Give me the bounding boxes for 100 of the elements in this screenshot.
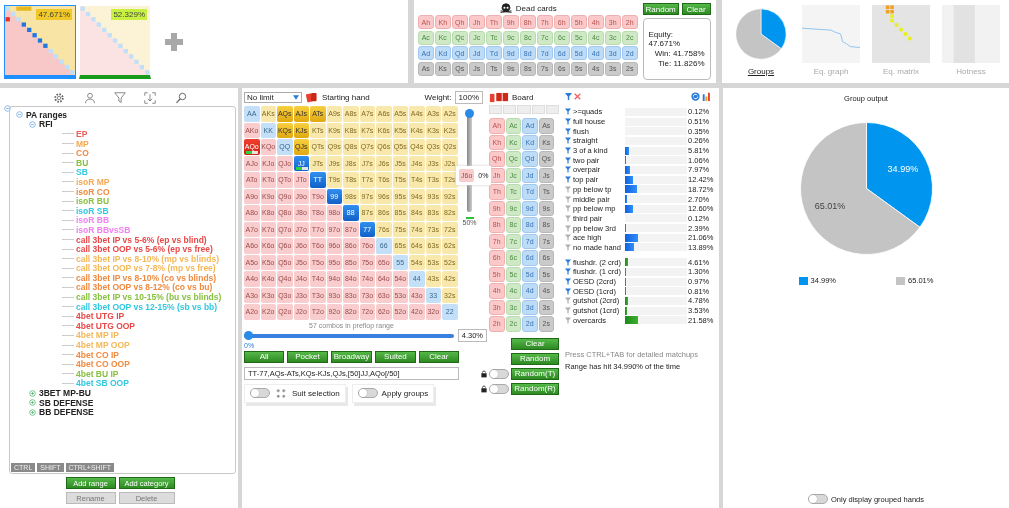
filter-icon[interactable] (565, 243, 571, 251)
import-icon[interactable] (144, 92, 157, 104)
filter-icon[interactable] (565, 224, 571, 232)
tree-item[interactable]: 4bet UTG IP (76, 311, 125, 322)
settings-icon[interactable] (53, 92, 66, 104)
collapse-icon[interactable] (29, 120, 36, 128)
section-title: Starting hand (322, 92, 370, 102)
action-button[interactable]: Random(R) (511, 382, 559, 395)
weight-field[interactable]: 100% (454, 90, 483, 104)
filter-icon[interactable] (565, 195, 571, 203)
board-slot[interactable] (503, 105, 517, 114)
tree-item[interactable]: 3BET MP-BU (39, 388, 91, 398)
bar-chart-icon[interactable] (702, 91, 711, 101)
board-slot[interactable] (531, 105, 545, 114)
cards-icon (489, 91, 509, 103)
tree-item[interactable]: isoR CO (76, 186, 110, 197)
toggle-switch[interactable] (250, 388, 270, 398)
view-tab[interactable]: Groups (730, 5, 792, 78)
toggle-switch[interactable] (357, 388, 378, 398)
tree-item[interactable]: call 3bet IP vs 5-6% (ep vs blind) (76, 234, 207, 245)
view-tab[interactable]: Eq. matrix (870, 5, 932, 78)
range-slider[interactable] (244, 330, 454, 340)
expand-icon[interactable] (29, 408, 36, 416)
collapse-icon[interactable] (4, 105, 11, 112)
range-card[interactable]: 47.671% (4, 4, 76, 79)
section-title: Board (512, 92, 534, 102)
filter-icon[interactable] (565, 205, 571, 213)
equity-line: Equity: 47.671% (648, 30, 682, 48)
tree-item[interactable]: BB DEFENSE (39, 407, 94, 418)
tree-item[interactable]: call 3bet IP vs 8-10% (co vs blinds) (76, 272, 217, 283)
action-button[interactable]: Suited (375, 350, 416, 363)
toggle-switch[interactable] (489, 368, 509, 379)
action-button[interactable]: Clear (681, 3, 711, 15)
tree-item[interactable]: EP (76, 129, 88, 139)
legend-swatch (896, 276, 905, 285)
action-button[interactable]: Random (642, 3, 679, 15)
tree-item[interactable]: 4bet CO OOP (76, 359, 130, 370)
board-slot[interactable] (545, 105, 559, 114)
filter-icon[interactable] (565, 316, 571, 324)
toggle-switch[interactable] (808, 494, 828, 504)
tree-item[interactable]: RFI (39, 119, 53, 130)
heatmap-thumbnail (871, 5, 931, 63)
slider-thumb[interactable] (465, 109, 474, 118)
filter-icon[interactable] (565, 268, 571, 276)
add-icon[interactable] (164, 31, 184, 52)
filter-icon[interactable] (565, 108, 571, 116)
filter-icon[interactable] (565, 307, 571, 315)
toggle-switch[interactable] (489, 383, 509, 394)
filter-icon[interactable] (113, 92, 126, 104)
tree-item[interactable]: isoR BB (76, 215, 110, 226)
filter-icon[interactable] (565, 147, 571, 155)
game-dropdown[interactable]: No limit (244, 91, 302, 103)
tree-item[interactable]: 4bet UTG OOP (76, 320, 136, 331)
tree-item[interactable]: 4bet CO IP (76, 349, 119, 360)
close-icon[interactable] (574, 92, 581, 100)
filter-icon[interactable] (565, 287, 571, 295)
filter-icon[interactable] (565, 118, 571, 126)
caret-icon (293, 94, 299, 100)
action-button[interactable]: Pocket (287, 350, 328, 363)
filter-icon[interactable] (565, 137, 571, 145)
user-icon[interactable] (83, 92, 96, 104)
slice-label: 65.01% (814, 201, 845, 212)
lock-icon (481, 384, 487, 393)
tree-item[interactable]: isoR BBvsSB (76, 224, 131, 235)
tree-item[interactable]: call 3bet OOP vs 8-12% (co vs bu) (76, 282, 213, 293)
range-card[interactable]: 52.329% (79, 4, 151, 79)
action-button[interactable]: Clear (418, 350, 459, 363)
filter-icon[interactable] (565, 185, 571, 193)
equity-line: Tie: 11.826% (658, 59, 705, 68)
view-tab[interactable]: Eq. graph (800, 5, 862, 78)
action-button[interactable]: Random (511, 352, 559, 365)
filter-icon[interactable] (565, 166, 571, 174)
filter-icon[interactable] (565, 214, 571, 222)
filter-icon[interactable] (565, 278, 571, 286)
board-slot[interactable] (489, 105, 503, 114)
tree-item[interactable]: call 3bet OOP vs 5-6% (ep vs free) (76, 244, 213, 255)
slider-thumb[interactable] (244, 330, 253, 340)
tree-item[interactable]: PA ranges (26, 109, 68, 120)
tree-item[interactable]: SB DEFENSE (39, 397, 94, 408)
filter-icon[interactable] (565, 176, 571, 184)
action-button[interactable]: Clear (511, 337, 559, 350)
action-button[interactable]: Broadway (330, 350, 373, 363)
filter-icon[interactable] (565, 258, 571, 266)
expand-icon[interactable] (29, 399, 36, 407)
action-button[interactable]: Random(T) (511, 367, 559, 380)
view-tab[interactable]: Hotness (940, 5, 1002, 78)
filter-icon[interactable] (565, 92, 572, 100)
section-title: Dead cards (515, 3, 557, 13)
filter-icon[interactable] (565, 127, 571, 135)
collapse-icon[interactable] (16, 111, 23, 119)
filter-icon[interactable] (565, 156, 571, 164)
tree-item[interactable]: CO (76, 148, 89, 159)
refresh-icon[interactable] (691, 91, 700, 101)
expand-icon[interactable] (29, 389, 36, 397)
hotness-thumbnail (941, 5, 1001, 63)
action-button[interactable]: All (244, 350, 285, 363)
search-icon[interactable] (174, 92, 187, 104)
range-matrix-drawing (5, 5, 75, 75)
filter-icon[interactable] (565, 297, 571, 305)
filter-icon[interactable] (565, 234, 571, 242)
